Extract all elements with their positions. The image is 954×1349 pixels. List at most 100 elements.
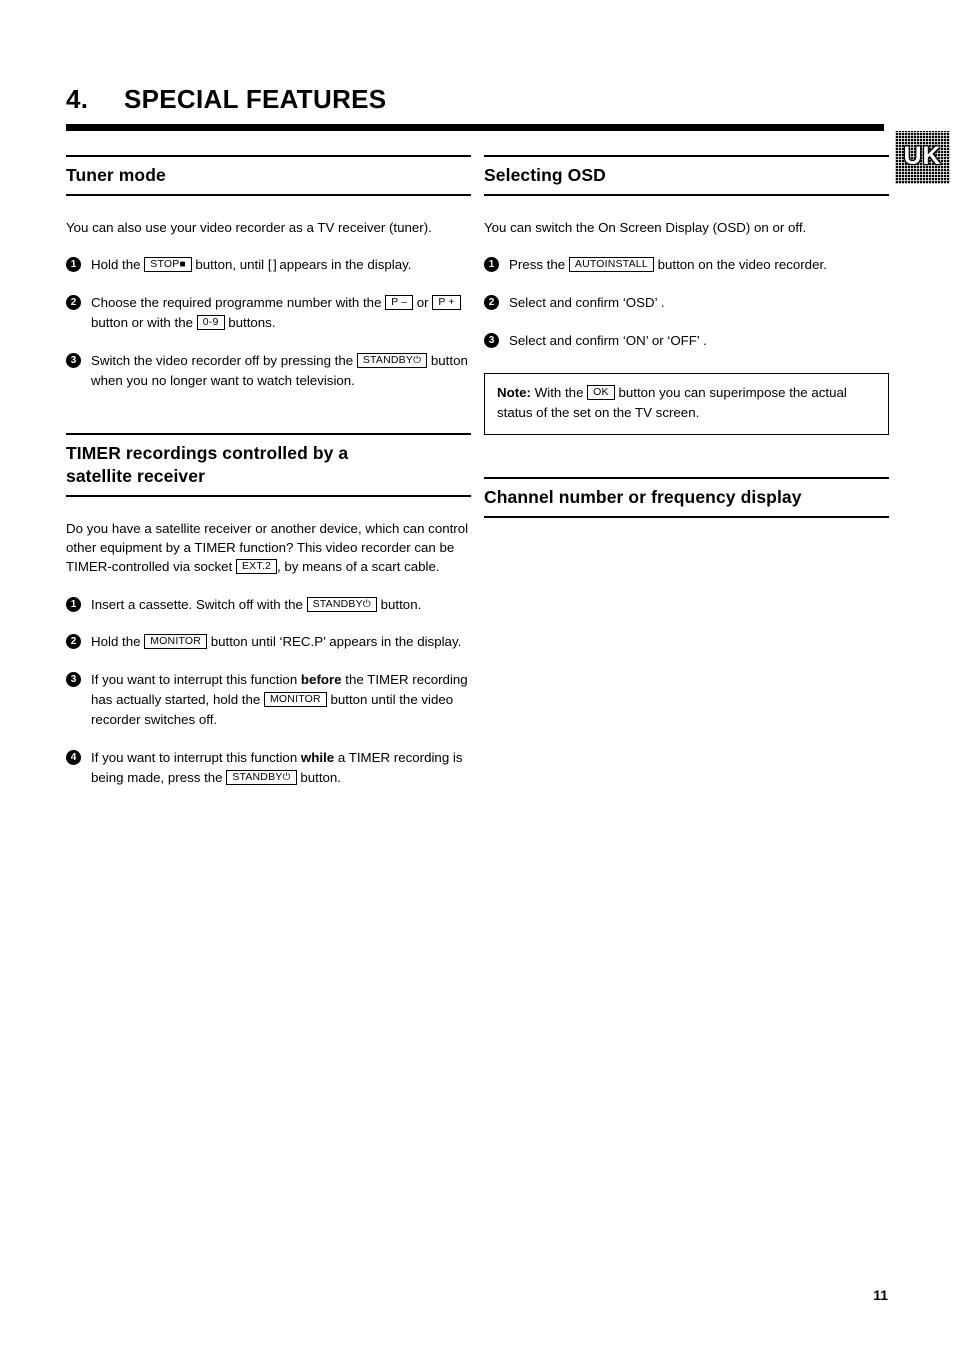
- key-label: STANDBY: [232, 771, 283, 784]
- key-label: 0-9: [202, 316, 219, 329]
- step-text-end: button.: [380, 596, 422, 612]
- section-rule-bottom: [484, 516, 889, 519]
- key-label: P: [391, 296, 399, 309]
- plus-icon: +: [448, 297, 455, 309]
- key-label: STANDBY: [362, 354, 414, 367]
- step-item: 3 Switch the video recorder off by press…: [66, 351, 471, 391]
- step-text: If you want to interrupt this function: [91, 672, 298, 688]
- timer-intro-part2: , by means of a scart cable.: [276, 559, 440, 575]
- step-text: Hold the: [91, 634, 141, 650]
- power-icon: ⏻: [362, 598, 371, 610]
- step-item: 1 Hold the STOP■ button, until [ ] appea…: [66, 255, 471, 275]
- section-tuner-mode: Tuner mode You can also use your video r…: [66, 155, 471, 391]
- step-text-cont: button, until: [195, 257, 265, 273]
- key-p-plus: P +: [432, 295, 461, 311]
- step-text: Select and confirm ‘ON’ or ‘OFF’ .: [509, 333, 707, 349]
- section-title-timer-recordings: TIMER recordings controlled by a satelli…: [66, 442, 471, 488]
- key-autoinstall: AUTOINSTALL: [568, 257, 654, 273]
- step-item: 1 Insert a cassette. Switch off with the…: [66, 595, 471, 615]
- step-number: 3: [66, 353, 81, 369]
- step-text: Select and confirm ‘OSD’ .: [509, 295, 665, 311]
- step-text: Choose the required programme number wit…: [91, 295, 382, 311]
- page-title: 4. SPECIAL FEATURES: [66, 85, 884, 114]
- section-rule-top: [484, 476, 889, 479]
- step-number: 3: [484, 333, 499, 349]
- power-icon: ⏻: [282, 772, 291, 784]
- note-box: Note: With the OK button you can superim…: [484, 373, 889, 435]
- chapter-heading: 4. SPECIAL FEATURES: [66, 85, 884, 114]
- step-number: 2: [66, 634, 81, 650]
- step-item: 3 If you want to interrupt this function…: [66, 670, 471, 730]
- step-number: 3: [66, 672, 81, 688]
- locale-badge: UK: [895, 131, 950, 184]
- minus-icon: –: [401, 297, 408, 309]
- step-text-end: button on the video recorder.: [657, 257, 827, 273]
- key-label: AUTOINSTALL: [574, 258, 648, 271]
- osd-intro: You can switch the On Screen Display (OS…: [484, 220, 807, 236]
- step-emphasis: while: [300, 750, 335, 766]
- key-stop: STOP■: [144, 257, 192, 273]
- key-monitor: MONITOR: [144, 634, 208, 650]
- section-title-channel-number: Channel number or frequency display: [484, 486, 802, 507]
- key-standby: STANDBY⏻: [226, 770, 297, 786]
- section-rule-top: [66, 432, 471, 435]
- step-item: 1 Press the AUTOINSTALL button on the vi…: [484, 255, 889, 275]
- power-icon: ⏻: [413, 355, 422, 367]
- step-text-end: appears in the display.: [279, 257, 412, 273]
- section-rule-top: [484, 155, 889, 157]
- left-column: Tuner mode You can also use your video r…: [66, 155, 471, 788]
- step-text-end: button until ‘REC.P’ appears in the disp…: [210, 634, 462, 650]
- step-item: 4 If you want to interrupt this function…: [66, 748, 471, 788]
- key-0-9: 0-9: [196, 315, 225, 331]
- chapter-rule: [66, 124, 884, 131]
- key-ok: OK: [587, 385, 615, 401]
- note-label: Note:: [497, 385, 531, 401]
- step-number: 1: [66, 257, 81, 273]
- key-label: P: [438, 296, 446, 309]
- page-number: 11: [873, 1287, 888, 1303]
- step-text: Press the: [509, 257, 566, 273]
- document-page: 4. SPECIAL FEATURES UK Tuner mode You can…: [0, 0, 954, 1349]
- key-label: EXT.2: [241, 560, 271, 573]
- display-indicator-icon: [ ]: [267, 257, 277, 273]
- step-emphasis: before: [300, 672, 342, 688]
- key-standby: STANDBY⏻: [306, 596, 377, 612]
- section-rule-top: [66, 155, 471, 157]
- section-selecting-osd: Selecting OSD You can switch the On Scre…: [484, 155, 889, 435]
- step-item: 2 Choose the required programme number w…: [66, 293, 471, 333]
- section-channel-number-display: Channel number or frequency display: [484, 476, 889, 519]
- stop-square-icon: ■: [179, 259, 186, 271]
- section-rule-bottom: [66, 495, 471, 498]
- section-title-line2: satellite receiver: [66, 466, 205, 487]
- step-item: 3 Select and confirm ‘ON’ or ‘OFF’ .: [484, 331, 889, 351]
- step-number: 1: [484, 257, 499, 273]
- right-column: Selecting OSD You can switch the On Scre…: [484, 155, 889, 519]
- key-label: OK: [593, 386, 609, 399]
- key-p-minus: P –: [385, 295, 414, 311]
- step-text-cont2: button or with the: [91, 315, 194, 331]
- note-text: With the: [534, 385, 584, 401]
- step-number: 1: [66, 596, 81, 612]
- locale-badge-label: UK: [903, 142, 942, 170]
- step-number: 4: [66, 750, 81, 766]
- key-ext2: EXT.2: [235, 559, 277, 575]
- key-label: MONITOR: [150, 635, 202, 648]
- section-rule-bottom: [484, 194, 889, 197]
- section-title-tuner-mode: Tuner mode: [66, 165, 166, 185]
- key-monitor: MONITOR: [263, 692, 327, 708]
- section-title-line1: TIMER recordings controlled by a: [66, 442, 349, 463]
- section-timer-recordings: TIMER recordings controlled by a satelli…: [66, 432, 471, 788]
- step-item: 2 Hold the MONITOR button until ‘REC.P’ …: [66, 632, 471, 652]
- chapter-number: 4.: [66, 84, 89, 114]
- step-text-end: button.: [300, 770, 341, 786]
- timer-intro: Do you have a satellite receiver or anot…: [66, 519, 471, 576]
- step-text: If you want to interrupt this function: [91, 750, 298, 766]
- step-text: Insert a cassette. Switch off with the: [91, 596, 303, 612]
- step-number: 2: [484, 295, 499, 311]
- key-standby: STANDBY⏻: [356, 353, 428, 369]
- step-item: 2 Select and confirm ‘OSD’ .: [484, 293, 889, 313]
- step-text: Switch the video recorder off by pressin…: [91, 353, 354, 369]
- section-title-selecting-osd: Selecting OSD: [484, 165, 606, 185]
